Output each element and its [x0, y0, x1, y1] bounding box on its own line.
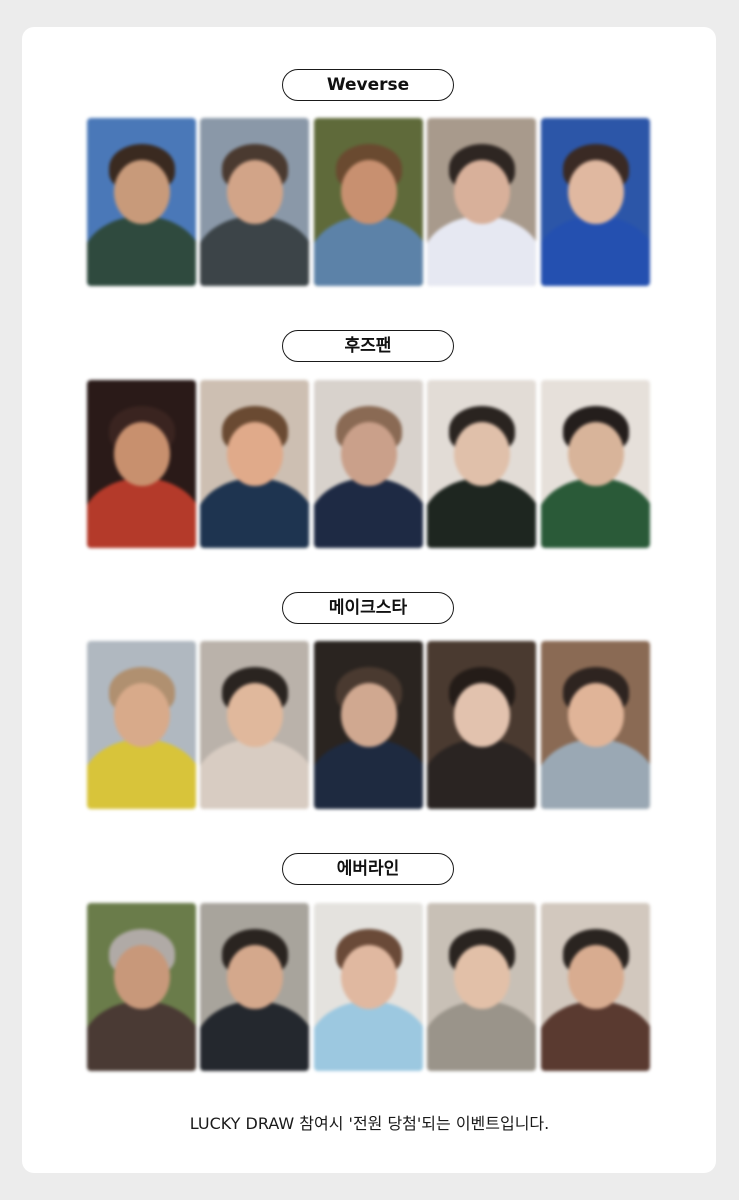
- photocard-figure-face: [113, 160, 170, 224]
- photocard-figure-body: [314, 478, 423, 548]
- photocard-figure-body: [200, 216, 309, 286]
- section-label-3: 에버라인: [282, 853, 454, 885]
- photocard-figure-body: [427, 478, 536, 548]
- photocard-image: [200, 118, 309, 286]
- photocard-figure-body: [427, 1001, 536, 1071]
- photocard-image: [200, 641, 309, 809]
- photocard-figure-body: [314, 1001, 423, 1071]
- photocard-figure-face: [340, 422, 397, 486]
- photocard-row: [87, 903, 650, 1071]
- photocard-figure-face: [453, 683, 510, 747]
- photocard-image: [427, 641, 536, 809]
- photocard-figure-face: [113, 683, 170, 747]
- photocard-figure-body: [200, 1001, 309, 1071]
- photocard-figure-face: [567, 683, 624, 747]
- photocard-image: [314, 641, 423, 809]
- photocard-figure-face: [453, 160, 510, 224]
- photocard-figure-face: [453, 945, 510, 1009]
- photocard-figure-face: [113, 945, 170, 1009]
- section-label-0: Weverse: [282, 69, 454, 101]
- photocard-figure-face: [226, 160, 283, 224]
- photocard-figure-body: [541, 478, 650, 548]
- photocard-image: [87, 903, 196, 1071]
- photocard-figure-face: [567, 160, 624, 224]
- section-label-1: 후즈팬: [282, 330, 454, 362]
- photocard-image: [200, 380, 309, 548]
- photocard-image: [427, 380, 536, 548]
- event-notice-text: LUCKY DRAW 참여시 '전원 당첨'되는 이벤트입니다.: [189, 1114, 550, 1133]
- photocard-figure-body: [427, 216, 536, 286]
- photocard-figure-body: [541, 1001, 650, 1071]
- photocard-image: [427, 903, 536, 1071]
- photocard-figure-face: [340, 683, 397, 747]
- photocard-row: [87, 380, 650, 548]
- photocard-image: [87, 380, 196, 548]
- photocard-figure-face: [113, 422, 170, 486]
- photocard-image: [314, 380, 423, 548]
- photocard-figure-body: [87, 1001, 196, 1071]
- photocard-image: [314, 118, 423, 286]
- photocard-image: [541, 380, 650, 548]
- photocard-image: [541, 903, 650, 1071]
- photocard-figure-face: [340, 945, 397, 1009]
- photocard-image: [314, 903, 423, 1071]
- photocard-figure-body: [314, 739, 423, 809]
- photocard-figure-face: [226, 683, 283, 747]
- section-label-2: 메이크스타: [282, 592, 454, 624]
- photocard-figure-body: [87, 478, 196, 548]
- photocard-image: [87, 118, 196, 286]
- photocard-figure-face: [567, 945, 624, 1009]
- photocard-figure-face: [226, 422, 283, 486]
- photocard-figure-body: [314, 216, 423, 286]
- photocard-figure-body: [427, 739, 536, 809]
- photocard-row: [87, 118, 650, 286]
- photocard-image: [87, 641, 196, 809]
- photocard-figure-body: [87, 739, 196, 809]
- photocard-figure-body: [200, 478, 309, 548]
- photocard-image: [200, 903, 309, 1071]
- photocard-figure-body: [200, 739, 309, 809]
- photocard-figure-body: [541, 216, 650, 286]
- photocard-figure-face: [453, 422, 510, 486]
- photocard-image: [541, 118, 650, 286]
- photocard-figure-face: [340, 160, 397, 224]
- photocard-figure-body: [541, 739, 650, 809]
- photocard-figure-face: [226, 945, 283, 1009]
- photocard-row: [87, 641, 650, 809]
- photocard-figure-body: [87, 216, 196, 286]
- photocard-figure-face: [567, 422, 624, 486]
- photocard-image: [541, 641, 650, 809]
- photocard-image: [427, 118, 536, 286]
